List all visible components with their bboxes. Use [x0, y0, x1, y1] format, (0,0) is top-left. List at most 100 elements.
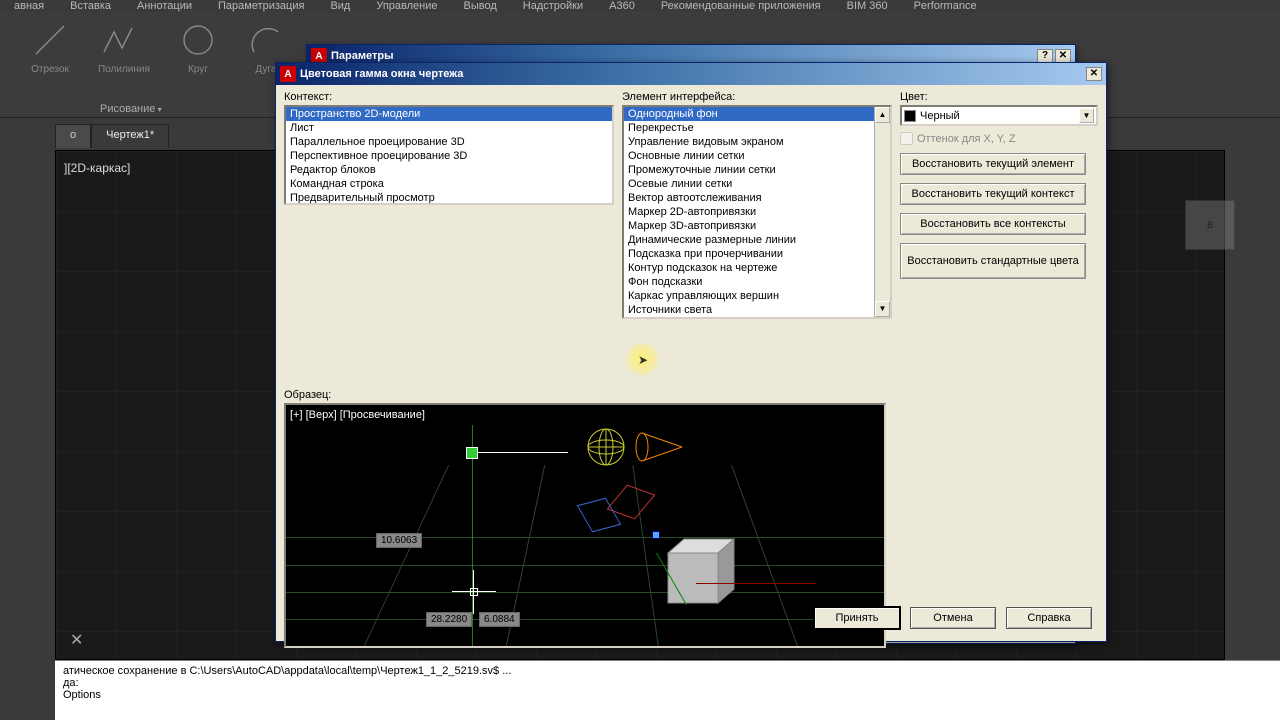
command-text: да: — [63, 677, 1272, 689]
command-text: атическое сохранение в C:\Users\AutoCAD\… — [63, 665, 1272, 677]
color-dialog-titlebar[interactable]: A Цветовая гамма окна чертежа ✕ — [276, 63, 1106, 85]
context-listbox[interactable]: Пространство 2D-моделиЛистПараллельное п… — [284, 105, 614, 205]
tracking-vector — [478, 452, 568, 453]
tint-checkbox-row: Оттенок для X, Y, Z — [900, 132, 1098, 145]
menu-item[interactable]: BIM 360 — [843, 0, 892, 12]
command-prompt[interactable]: Options — [63, 689, 1272, 701]
menu-item[interactable]: Управление — [372, 0, 441, 12]
viewcube[interactable]: В — [1170, 200, 1250, 280]
tool-label: Полилиния — [98, 64, 150, 75]
color-value: Черный — [920, 110, 1079, 122]
close-icon[interactable]: ✕ — [1086, 67, 1102, 81]
menu-item[interactable]: Аннотации — [133, 0, 196, 12]
x-axis-icon — [696, 583, 816, 584]
document-tab[interactable]: о — [55, 124, 91, 148]
cursor-highlight — [626, 343, 658, 375]
element-item[interactable]: Фон подсказки — [624, 275, 874, 289]
element-item[interactable]: Вектор автоотслеживания — [624, 191, 874, 205]
cursor-icon: ➤ — [638, 353, 648, 367]
polyline-icon — [98, 20, 138, 60]
element-item[interactable]: Перекрестье — [624, 121, 874, 135]
restore-element-button[interactable]: Восстановить текущий элемент — [900, 153, 1086, 175]
restore-all-button[interactable]: Восстановить все контексты — [900, 213, 1086, 235]
ok-button[interactable]: Принять — [814, 607, 900, 629]
element-label: Элемент интерфейса: — [622, 91, 892, 103]
context-item[interactable]: Командная строка — [286, 177, 612, 191]
coord-badge: 10.6063 — [376, 533, 422, 548]
element-item[interactable]: Источники света — [624, 303, 874, 317]
preview-panel: [+] [Верх] [Просвечивание] — [284, 403, 886, 648]
options-title: Параметры — [331, 50, 393, 62]
command-close-icon[interactable]: ✕ — [70, 630, 83, 650]
element-item[interactable]: Управление видовым экраном — [624, 135, 874, 149]
tint-label: Оттенок для X, Y, Z — [917, 133, 1016, 145]
element-item[interactable]: Каркас управляющих вершин — [624, 289, 874, 303]
color-swatch-icon — [904, 110, 916, 122]
tool-label: Отрезок — [30, 64, 70, 75]
tint-checkbox — [900, 132, 913, 145]
menu-item[interactable]: авная — [10, 0, 48, 12]
context-item[interactable]: Перспективное проецирование 3D — [286, 149, 612, 163]
context-item[interactable]: Лист — [286, 121, 612, 135]
menu-item[interactable]: A360 — [605, 0, 639, 12]
cube-icon — [656, 535, 746, 605]
scroll-up-icon[interactable]: ▲ — [875, 107, 890, 123]
color-label: Цвет: — [900, 91, 1098, 103]
preview-grid — [286, 465, 884, 646]
document-tabs[interactable]: оЧертеж1* — [55, 124, 169, 148]
element-item[interactable]: Контур подсказок на чертеже — [624, 261, 874, 275]
ribbon-tool-circle[interactable]: Круг — [178, 20, 218, 75]
scrollbar[interactable]: ▲ ▼ — [874, 107, 890, 317]
element-item[interactable]: Основные линии сетки — [624, 149, 874, 163]
menu-item[interactable]: Вид — [326, 0, 354, 12]
context-item[interactable]: Пространство 2D-модели — [286, 107, 612, 121]
cancel-button[interactable]: Отмена — [910, 607, 996, 629]
ribbon-tool-line[interactable]: Отрезок — [30, 20, 70, 75]
line-icon — [30, 20, 70, 60]
ribbon-tool-polyline[interactable]: Полилиния — [98, 20, 150, 75]
coord-badge: 6.0884 — [479, 612, 520, 627]
pickbox-icon — [470, 588, 478, 596]
camera-cone-icon — [634, 427, 684, 467]
tool-label: Круг — [178, 64, 218, 75]
element-listbox[interactable]: Однородный фонПерекрестьеУправление видо… — [622, 105, 892, 319]
arc-icon — [246, 20, 286, 60]
document-tab[interactable]: Чертеж1* — [91, 124, 169, 148]
viewport-label[interactable]: ][2D-каркас] — [64, 161, 130, 175]
menu-item[interactable]: Надстройки — [519, 0, 587, 12]
element-item[interactable]: Маркер 2D-автопривязки — [624, 205, 874, 219]
viewcube-front-face[interactable]: В — [1185, 200, 1235, 250]
close-icon[interactable]: ✕ — [1055, 49, 1071, 63]
chevron-down-icon[interactable]: ▼ — [1079, 108, 1094, 123]
ribbon-group-label[interactable]: Рисование — [100, 103, 162, 115]
command-line[interactable]: атическое сохранение в C:\Users\AutoCAD\… — [55, 660, 1280, 720]
element-item[interactable]: Маркер 3D-автопривязки — [624, 219, 874, 233]
context-item[interactable]: Редактор блоков — [286, 163, 612, 177]
element-item[interactable]: Осевые линии сетки — [624, 177, 874, 191]
color-dialog-title: Цветовая гамма окна чертежа — [300, 68, 463, 80]
circle-icon — [178, 20, 218, 60]
app-icon: A — [280, 66, 296, 82]
element-item[interactable]: Динамические размерные линии — [624, 233, 874, 247]
element-item[interactable]: Промежуточные линии сетки — [624, 163, 874, 177]
context-label: Контекст: — [284, 91, 614, 103]
color-dropdown[interactable]: Черный ▼ — [900, 105, 1098, 126]
help-button[interactable]: Справка — [1006, 607, 1092, 629]
menu-item[interactable]: Рекомендованные приложения — [657, 0, 825, 12]
menubar[interactable]: авная Вставка Аннотации Параметризация Вид Уп… — [0, 0, 1280, 12]
scroll-down-icon[interactable]: ▼ — [875, 301, 890, 317]
menu-item[interactable]: Вставка — [66, 0, 115, 12]
help-icon[interactable]: ? — [1037, 49, 1053, 63]
preview-header: [+] [Верх] [Просвечивание] — [290, 409, 425, 421]
context-item[interactable]: Предварительный просмотр — [286, 191, 612, 203]
menu-item[interactable]: Вывод — [460, 0, 501, 12]
restore-standard-button[interactable]: Восстановить стандартные цвета — [900, 243, 1086, 279]
light-sphere-icon — [586, 427, 626, 467]
restore-context-button[interactable]: Восстановить текущий контекст — [900, 183, 1086, 205]
menu-item[interactable]: Параметризация — [214, 0, 308, 12]
menu-item[interactable]: Performance — [910, 0, 981, 12]
element-item[interactable]: Однородный фон — [624, 107, 874, 121]
sample-label: Образец: — [284, 389, 331, 401]
context-item[interactable]: Параллельное проецирование 3D — [286, 135, 612, 149]
element-item[interactable]: Подсказка при прочерчивании — [624, 247, 874, 261]
